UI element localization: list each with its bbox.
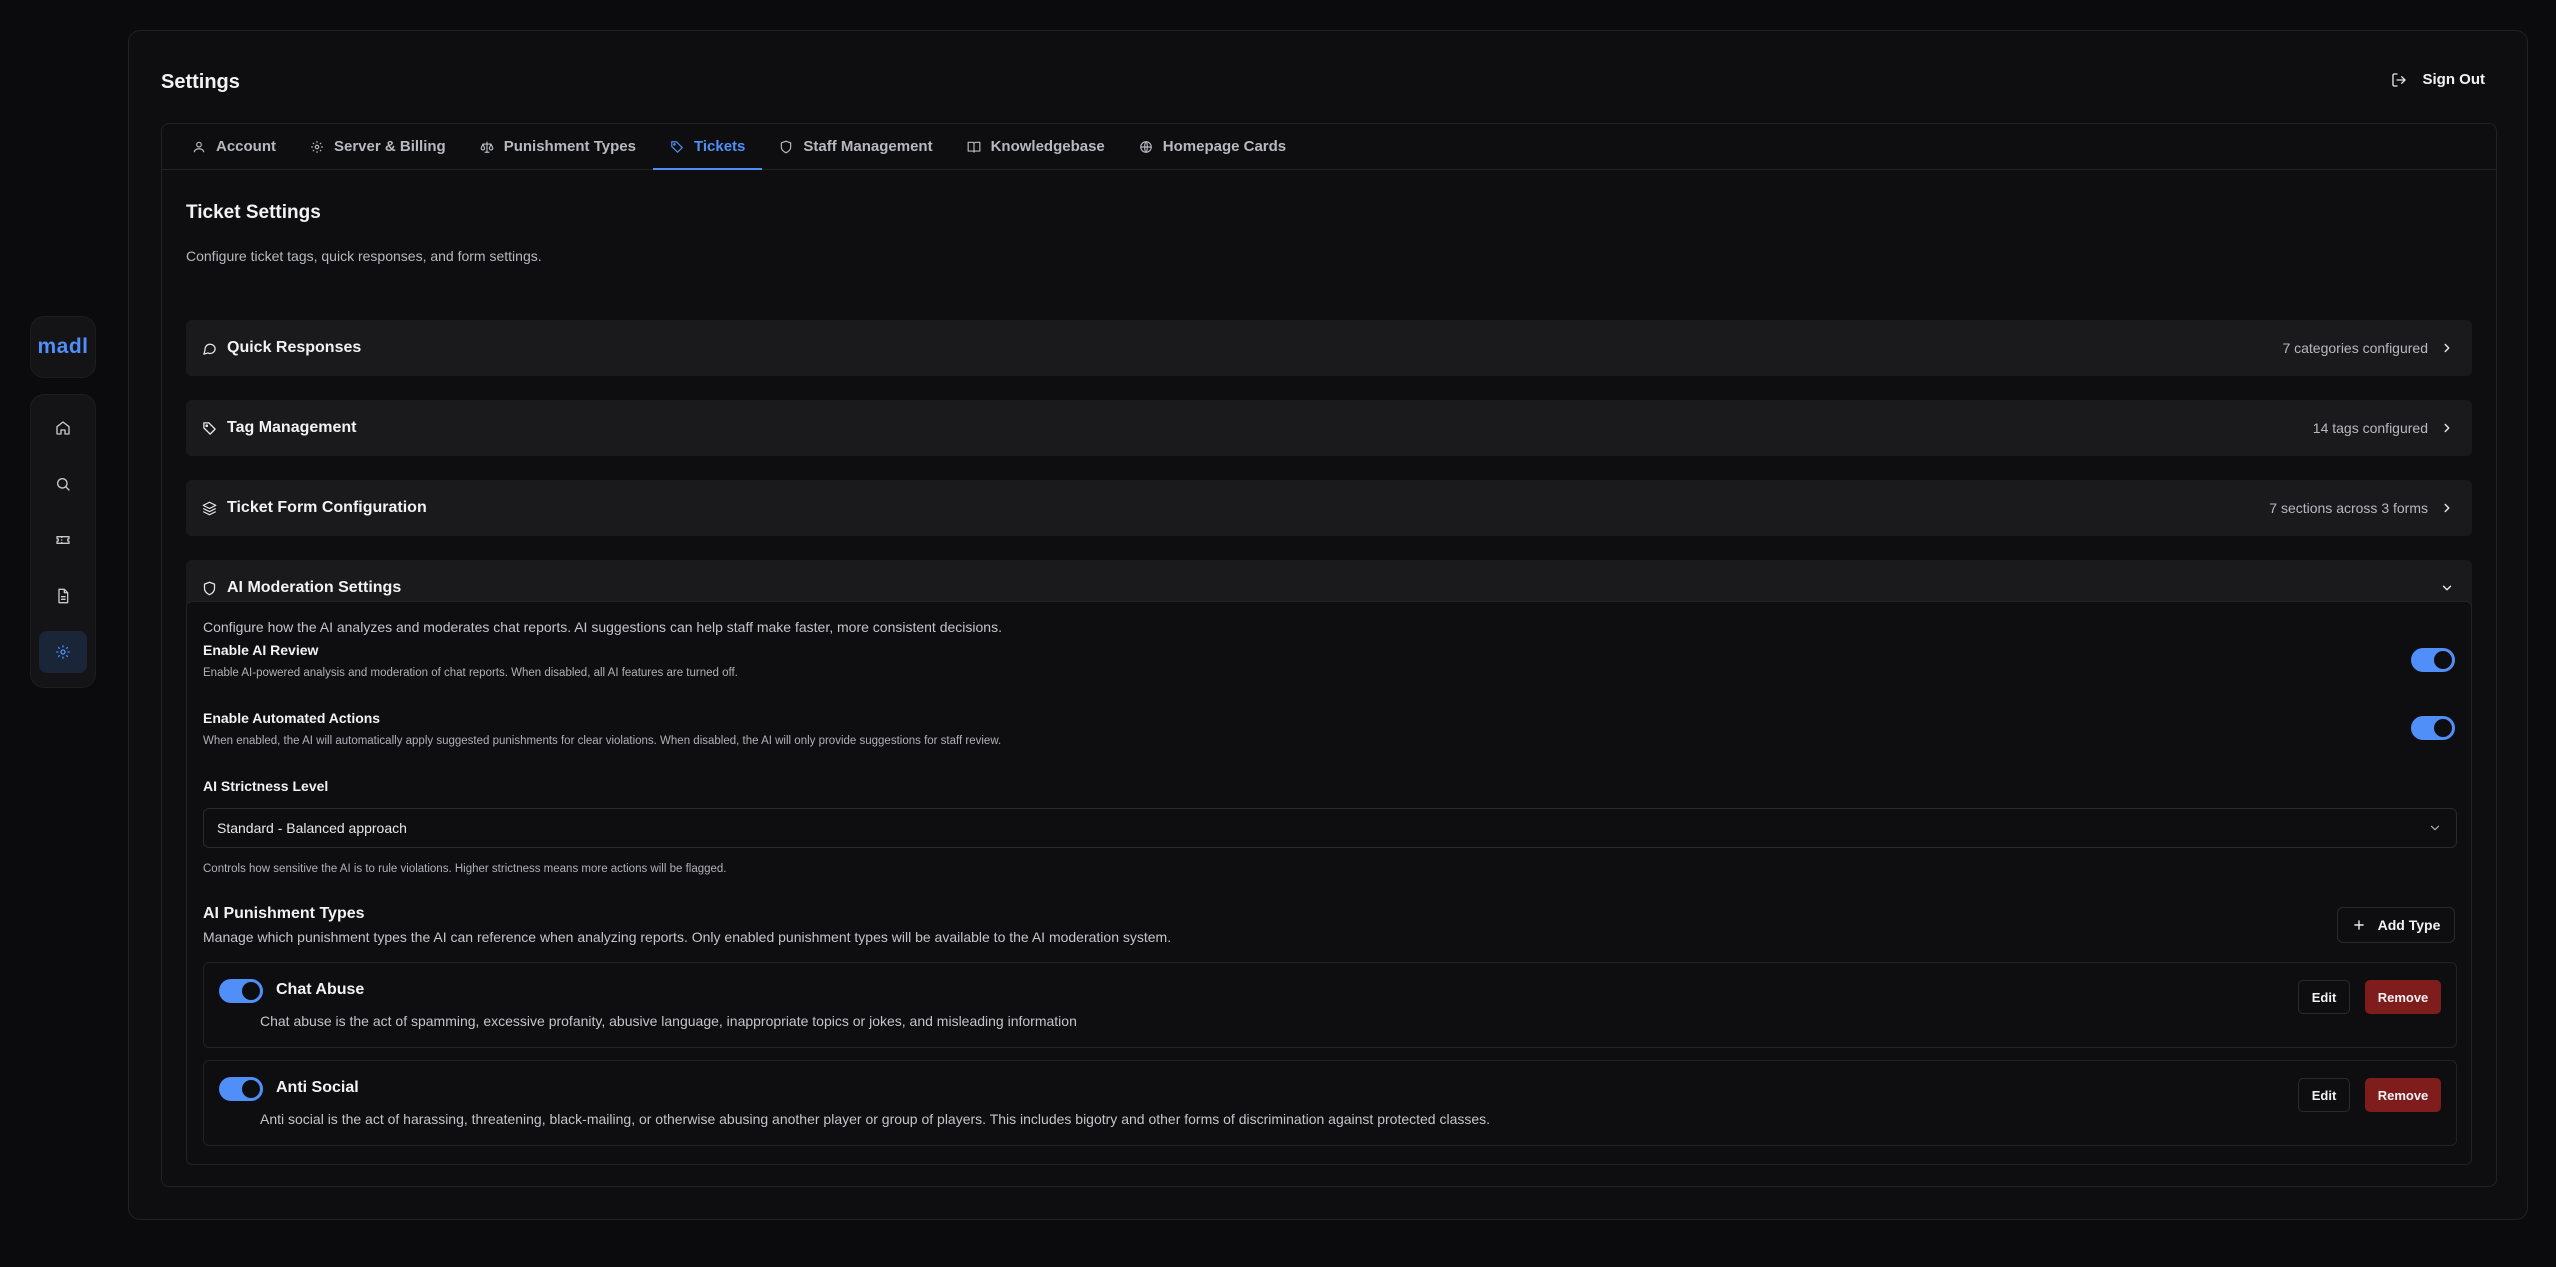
enable-ai-review-title: Enable AI Review bbox=[203, 642, 319, 658]
edit-button[interactable]: Edit bbox=[2298, 1078, 2350, 1112]
tab-server-billing[interactable]: Server & Billing bbox=[293, 124, 463, 169]
ai-moderation-panel: Configure how the AI analyzes and modera… bbox=[186, 601, 2472, 1165]
punishment-type-toggle[interactable] bbox=[219, 979, 263, 1003]
gear-icon bbox=[310, 140, 324, 154]
home-icon bbox=[55, 420, 71, 436]
ai-intro-text: Configure how the AI analyzes and modera… bbox=[203, 619, 1002, 635]
page-title: Settings bbox=[161, 71, 240, 93]
tag-icon bbox=[670, 140, 684, 154]
section-title: Tag Management bbox=[227, 419, 357, 436]
chevron-right-icon bbox=[2440, 501, 2454, 515]
sign-out-button[interactable]: Sign Out bbox=[2391, 71, 2486, 88]
rail-home-button[interactable] bbox=[39, 407, 87, 449]
remove-button[interactable]: Remove bbox=[2365, 1078, 2441, 1112]
logout-icon bbox=[2391, 72, 2407, 88]
rail-settings-button[interactable] bbox=[39, 631, 87, 673]
tag-management-section[interactable]: Tag Management 14 tags configured bbox=[186, 400, 2472, 456]
scale-icon bbox=[480, 140, 494, 154]
punishment-type-name: Anti Social bbox=[276, 1079, 359, 1096]
enable-automated-actions-title: Enable Automated Actions bbox=[203, 710, 381, 726]
ticket-settings-title: Ticket Settings bbox=[186, 202, 321, 223]
section-title: AI Moderation Settings bbox=[227, 579, 402, 596]
ai-punishment-types-title: AI Punishment Types bbox=[203, 905, 365, 922]
search-icon bbox=[55, 476, 71, 492]
tag-icon bbox=[202, 421, 217, 436]
tab-label: Server & Billing bbox=[334, 138, 446, 155]
ticket-settings-description: Configure ticket tags, quick responses, … bbox=[186, 248, 542, 264]
globe-icon bbox=[1139, 140, 1153, 154]
remove-button[interactable]: Remove bbox=[2365, 980, 2441, 1014]
plus-icon bbox=[2352, 918, 2366, 932]
tab-tickets[interactable]: Tickets bbox=[652, 124, 763, 170]
settings-panel: Settings Sign Out Account Server & Billi… bbox=[128, 30, 2528, 1220]
chat-icon bbox=[202, 341, 217, 356]
tab-label: Homepage Cards bbox=[1162, 138, 1287, 155]
punishment-type-name: Chat Abuse bbox=[276, 981, 365, 998]
user-icon bbox=[192, 140, 206, 154]
tab-label: Staff Management bbox=[803, 138, 933, 155]
side-rail bbox=[30, 394, 96, 688]
section-summary: 7 sections across 3 forms bbox=[2269, 500, 2428, 516]
punishment-type-card: Anti Social Anti social is the act of ha… bbox=[203, 1060, 2457, 1146]
add-type-label: Add Type bbox=[2377, 917, 2441, 933]
settings-content: Account Server & Billing Punishment Type… bbox=[161, 123, 2497, 1187]
section-summary: 14 tags configured bbox=[2312, 420, 2428, 436]
tab-knowledgebase[interactable]: Knowledgebase bbox=[950, 124, 1122, 169]
enable-ai-review-toggle[interactable] bbox=[2411, 648, 2455, 672]
section-title: Quick Responses bbox=[227, 339, 362, 356]
edit-button[interactable]: Edit bbox=[2298, 980, 2350, 1014]
punishment-type-toggle[interactable] bbox=[219, 1077, 263, 1101]
layers-icon bbox=[202, 501, 217, 516]
section-summary: 7 categories configured bbox=[2282, 340, 2428, 356]
ticket-icon bbox=[55, 532, 71, 548]
enable-ai-review-description: Enable AI-powered analysis and moderatio… bbox=[203, 667, 738, 679]
tab-label: Account bbox=[216, 138, 276, 155]
settings-tabs: Account Server & Billing Punishment Type… bbox=[162, 124, 2496, 170]
punishment-type-card: Chat Abuse Chat abuse is the act of spam… bbox=[203, 962, 2457, 1048]
strictness-value: Standard - Balanced approach bbox=[217, 820, 407, 836]
ai-punishment-types-description: Manage which punishment types the AI can… bbox=[203, 929, 1172, 945]
rail-search-button[interactable] bbox=[39, 463, 87, 505]
tab-label: Knowledgebase bbox=[990, 138, 1105, 155]
tab-account[interactable]: Account bbox=[192, 124, 293, 169]
enable-automated-actions-description: When enabled, the AI will automatically … bbox=[203, 735, 1002, 747]
chevron-right-icon bbox=[2440, 341, 2454, 355]
sign-out-label: Sign Out bbox=[2422, 71, 2486, 88]
gear-icon bbox=[55, 644, 71, 660]
strictness-select[interactable]: Standard - Balanced approach bbox=[203, 808, 2457, 848]
strictness-label: AI Strictness Level bbox=[203, 778, 329, 794]
shield-icon bbox=[779, 140, 793, 154]
chevron-down-icon bbox=[2440, 581, 2454, 595]
punishment-type-description: Chat abuse is the act of spamming, exces… bbox=[260, 1013, 1077, 1029]
add-type-button[interactable]: Add Type bbox=[2337, 907, 2455, 943]
quick-responses-section[interactable]: Quick Responses 7 categories configured bbox=[186, 320, 2472, 376]
shield-icon bbox=[202, 581, 217, 596]
logo: madl bbox=[37, 335, 89, 358]
rail-tickets-button[interactable] bbox=[39, 519, 87, 561]
punishment-type-description: Anti social is the act of harassing, thr… bbox=[260, 1111, 1491, 1127]
tab-label: Tickets bbox=[693, 138, 746, 155]
tab-homepage-cards[interactable]: Homepage Cards bbox=[1122, 124, 1303, 169]
chevron-down-icon bbox=[2428, 821, 2442, 835]
tab-label: Punishment Types bbox=[503, 138, 636, 155]
rail-documents-button[interactable] bbox=[39, 575, 87, 617]
enable-automated-actions-toggle[interactable] bbox=[2411, 716, 2455, 740]
book-icon bbox=[967, 140, 981, 154]
tab-staff-management[interactable]: Staff Management bbox=[762, 124, 949, 169]
section-title: Ticket Form Configuration bbox=[227, 499, 427, 516]
tab-punishment-types[interactable]: Punishment Types bbox=[463, 124, 653, 169]
document-icon bbox=[55, 588, 71, 604]
logo-card[interactable]: madl bbox=[30, 316, 96, 378]
strictness-hint: Controls how sensitive the AI is to rule… bbox=[203, 863, 727, 875]
chevron-right-icon bbox=[2440, 421, 2454, 435]
ticket-form-configuration-section[interactable]: Ticket Form Configuration 7 sections acr… bbox=[186, 480, 2472, 536]
